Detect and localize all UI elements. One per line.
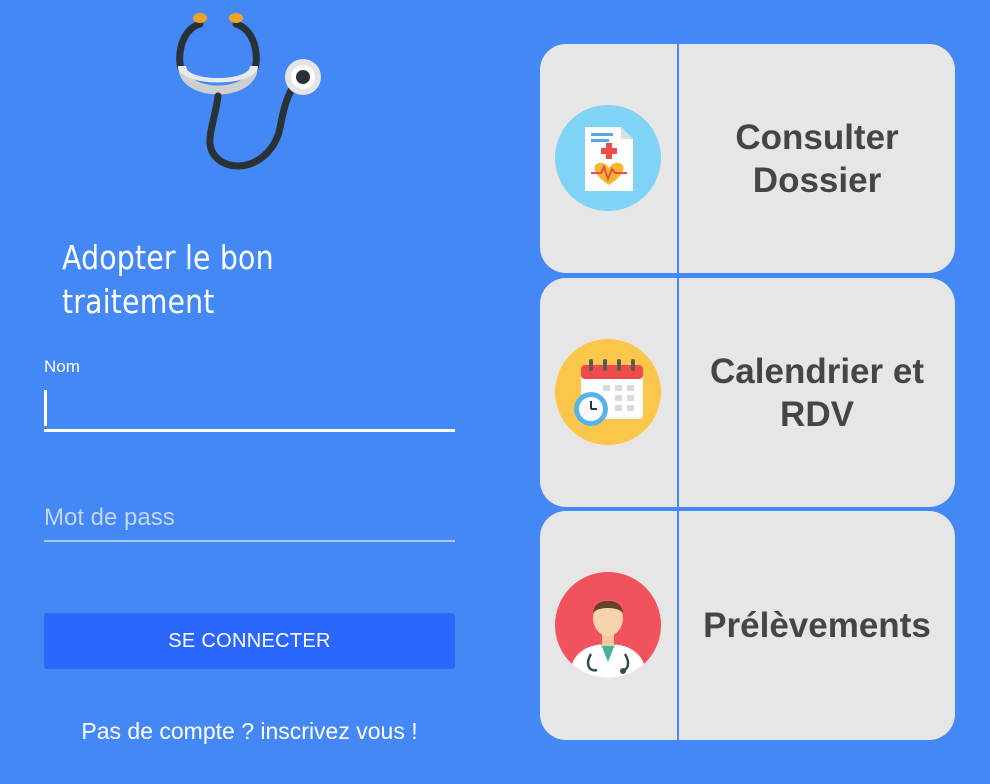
- stethoscope-logo-icon: [176, 13, 321, 170]
- medical-record-icon: [555, 105, 661, 211]
- menu-card-calendrier-rdv[interactable]: Calendrier et RDV: [540, 278, 955, 507]
- tagline: Adopter le bon traitement: [62, 238, 274, 321]
- calendar-clock-icon: [555, 339, 661, 445]
- menu-card-label: Prélèvements: [703, 606, 931, 645]
- menu-card-consulter-dossier[interactable]: Consulter Dossier: [540, 44, 955, 273]
- doctor-icon: [555, 572, 661, 678]
- text-caret: [44, 390, 47, 426]
- menu-card-label: Consulter Dossier: [735, 117, 899, 200]
- menu-card-label: Calendrier et RDV: [710, 351, 924, 434]
- signup-link[interactable]: Pas de compte ? inscrivez vous !: [44, 718, 455, 745]
- menu-card-prelevements[interactable]: Prélèvements: [540, 511, 955, 740]
- login-button[interactable]: SE CONNECTER: [44, 613, 455, 669]
- name-field[interactable]: [44, 386, 455, 432]
- name-field-label: Nom: [44, 357, 80, 376]
- password-placeholder: Mot de pass: [44, 504, 175, 531]
- password-field[interactable]: Mot de pass: [44, 500, 455, 542]
